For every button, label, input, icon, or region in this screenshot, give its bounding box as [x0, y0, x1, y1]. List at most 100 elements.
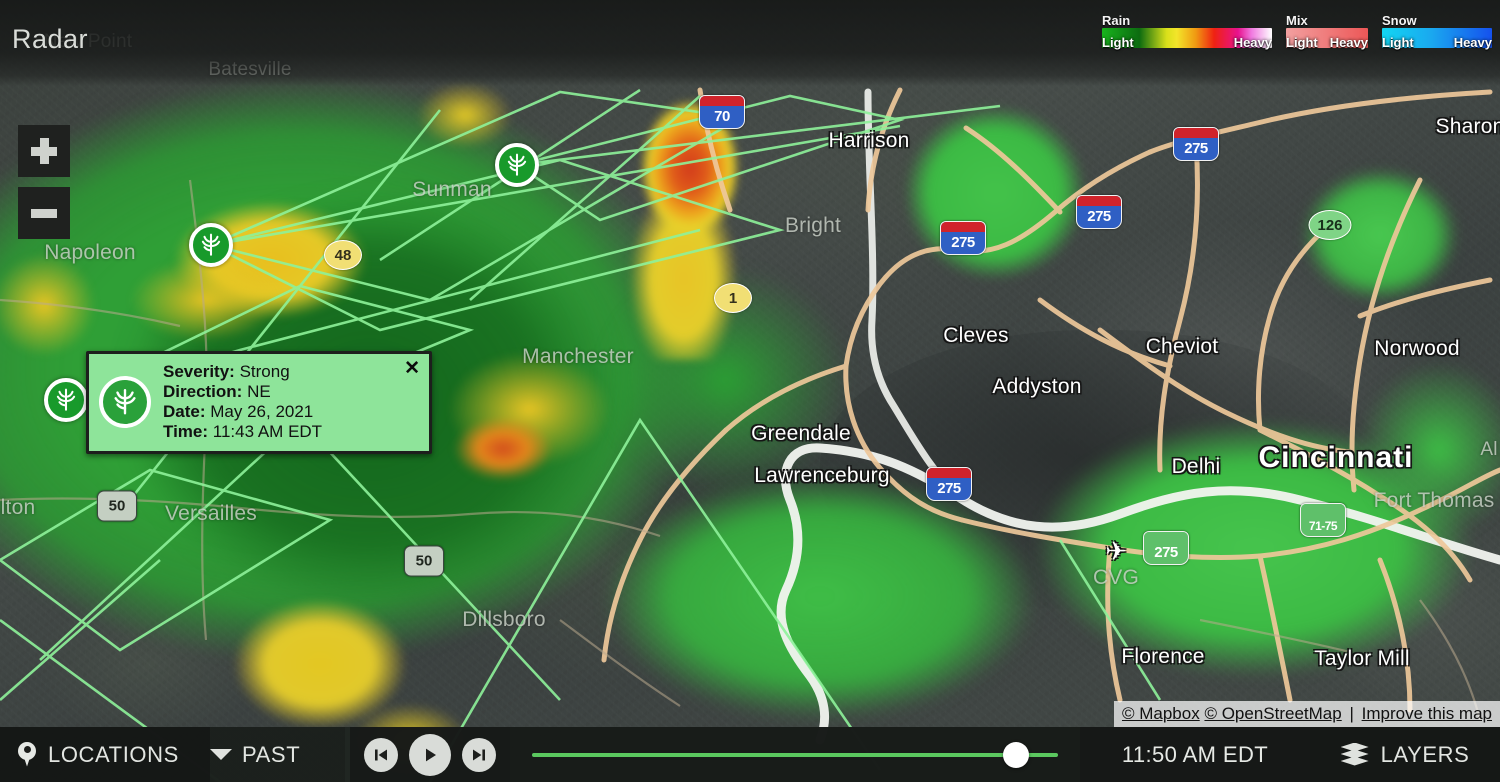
state-route-shield: 126 — [1308, 210, 1352, 240]
storm-cell-marker[interactable] — [189, 223, 233, 267]
past-label: PAST — [242, 741, 301, 767]
legend-light-snow: Light — [1382, 35, 1414, 50]
airplane-icon: ✈ — [1105, 536, 1127, 566]
interstate-shield: 70 — [699, 95, 745, 129]
popup-value-date: May 26, 2021 — [210, 402, 314, 421]
legend-heavy-rain: Heavy — [1233, 35, 1272, 50]
map-label: Greendale — [751, 422, 851, 445]
minus-icon — [31, 200, 57, 226]
legend-group-snow: Snow Light Heavy — [1382, 13, 1492, 50]
shield-number: 275 — [1154, 544, 1178, 561]
interstate-shield: 71-75 — [1300, 503, 1346, 537]
map-label: Cheviot — [1145, 335, 1219, 358]
legend-title-rain: Rain — [1102, 13, 1131, 28]
close-icon[interactable]: ✕ — [404, 359, 420, 378]
interstate-shield: 275 — [1143, 531, 1189, 565]
bottom-toolbar: LOCATIONS PAST 11:50 AM EDT LAYERS — [0, 727, 1500, 782]
shield-number: 275 — [951, 234, 975, 251]
skip-next-button[interactable] — [462, 737, 496, 772]
attribution-osm-link[interactable]: © OpenStreetMap — [1204, 704, 1341, 723]
map-label: Cleves — [943, 324, 1009, 347]
legend-gradient-rain: Light Heavy — [1102, 28, 1272, 50]
storm-cell-icon — [99, 376, 151, 428]
map-label: Lawrenceburg — [754, 464, 890, 487]
legend-light-mix: Light — [1286, 35, 1318, 50]
legend-group-rain: Rain Light Heavy — [1102, 13, 1272, 50]
legend-light-rain: Light — [1102, 35, 1134, 50]
us-route-shield: 50 — [97, 490, 137, 522]
state-route-shield: 48 — [324, 240, 362, 270]
map-label: Al — [1480, 439, 1498, 460]
shield-number: 275 — [937, 480, 961, 497]
layers-button[interactable]: LAYERS — [1310, 727, 1500, 782]
legend-group-mix: Mix Light Heavy — [1286, 13, 1368, 50]
time-label: 11:50 AM EDT — [1121, 741, 1269, 767]
popup-label-date: Date: — [163, 402, 206, 421]
popup-label-time: Time: — [163, 422, 209, 441]
shield-number: 275 — [1184, 140, 1208, 157]
play-button[interactable] — [409, 733, 451, 776]
state-route-shield: 1 — [714, 283, 752, 313]
map-label: Dillsboro — [462, 608, 546, 631]
legend-title-snow: Snow — [1382, 13, 1417, 28]
map-label: Harrison — [828, 129, 910, 152]
playback-controls — [350, 727, 510, 782]
map-attribution: © Mapbox © OpenStreetMap | Improve this … — [1113, 701, 1500, 728]
zoom-out-button[interactable] — [18, 187, 70, 239]
map-label: lton — [0, 496, 36, 519]
popup-row-date: Date: May 26, 2021 — [163, 402, 419, 422]
map-label: Sunman — [412, 178, 492, 201]
zoom-controls — [18, 125, 70, 239]
map-pin-icon — [18, 741, 36, 768]
map-label: Versailles — [165, 502, 257, 525]
current-time-display: 11:50 AM EDT — [1080, 727, 1310, 782]
map-label: Florence — [1121, 645, 1205, 668]
popup-label-direction: Direction: — [163, 382, 243, 401]
attribution-improve-link[interactable]: Improve this map — [1362, 704, 1492, 723]
map-label: Delhi — [1171, 455, 1221, 478]
locations-label: LOCATIONS — [48, 741, 179, 767]
radar-app: New Point Batesville Sunman Napoleon Manches… — [0, 0, 1500, 782]
map-label: Taylor Mill — [1314, 647, 1410, 670]
popup-label-severity: Severity: — [163, 362, 235, 381]
map-label: Norwood — [1374, 337, 1460, 360]
popup-fields: Severity: Strong Direction: NE Date: May… — [163, 362, 419, 442]
skip-previous-icon — [375, 749, 387, 760]
attribution-mapbox-link[interactable]: © Mapbox — [1122, 704, 1200, 723]
map-label: Manchester — [522, 345, 634, 368]
map-label: Bright — [784, 214, 842, 237]
timeline-track[interactable] — [532, 741, 1058, 768]
storm-cell-popup[interactable]: Severity: Strong Direction: NE Date: May… — [86, 351, 432, 454]
chevron-down-icon — [210, 749, 232, 760]
legend-heavy-snow: Heavy — [1453, 35, 1492, 50]
popup-row-severity: Severity: Strong — [163, 362, 419, 382]
shield-number: 71-75 — [1308, 519, 1338, 533]
timeline-slider[interactable] — [510, 727, 1080, 782]
layers-icon — [1340, 742, 1369, 767]
play-icon — [426, 748, 436, 761]
past-dropdown[interactable]: PAST — [210, 727, 350, 782]
page-title: Radar — [12, 24, 89, 54]
locations-button[interactable]: LOCATIONS — [0, 727, 210, 782]
us-route-shield: 50 — [404, 545, 444, 577]
storm-cell-marker[interactable] — [495, 143, 539, 187]
shield-number: 70 — [714, 108, 730, 125]
layers-label: LAYERS — [1380, 741, 1470, 767]
map-label: CVG — [1092, 566, 1140, 589]
map-label: Napoleon — [44, 241, 136, 264]
legend-title-mix: Mix — [1286, 13, 1308, 28]
interstate-shield: 275 — [1173, 127, 1219, 161]
timeline-handle[interactable] — [1002, 741, 1029, 768]
legend-gradient-snow: Light Heavy — [1382, 28, 1492, 50]
map-label: Addyston — [992, 375, 1082, 398]
popup-value-severity: Strong — [239, 362, 290, 381]
legend-gradient-mix: Light Heavy — [1286, 28, 1368, 50]
storm-cell-marker[interactable] — [44, 378, 88, 422]
attribution-separator: | — [1349, 704, 1354, 723]
skip-previous-button[interactable] — [364, 737, 398, 772]
interstate-shield: 275 — [1076, 195, 1122, 229]
popup-value-time: 11:43 AM EDT — [212, 422, 323, 441]
interstate-shield: 275 — [940, 221, 986, 255]
zoom-in-button[interactable] — [18, 125, 70, 177]
map-label: Cincinnati — [1258, 441, 1414, 474]
